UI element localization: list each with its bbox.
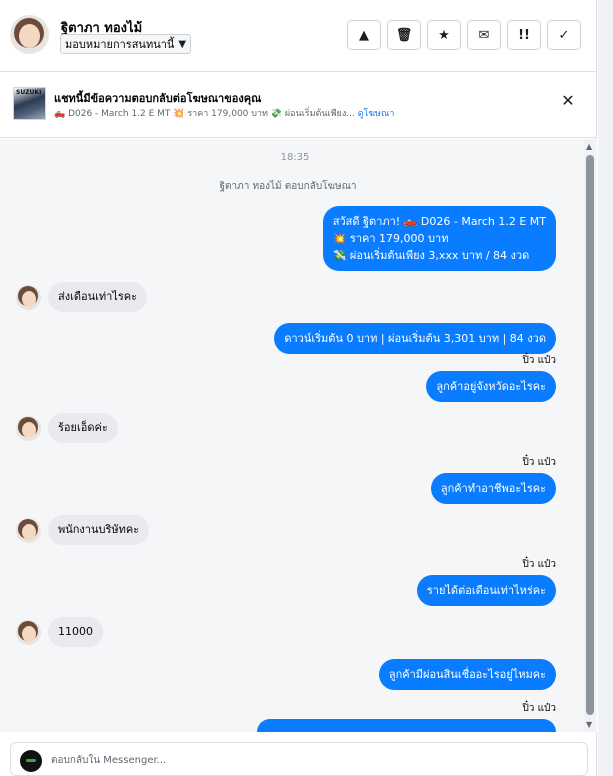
contact-avatar-small xyxy=(16,620,41,645)
ad-thumbnail[interactable]: SUZUKI xyxy=(13,87,46,120)
star-icon: ★ xyxy=(438,27,450,43)
sender-name: ปิ๋ว แป๋ว xyxy=(522,559,556,570)
outgoing-message[interactable]: สวัสดี ฐิตาภา! 🛻 D026 - March 1.2 E MT 💥… xyxy=(322,206,556,271)
reply-input[interactable] xyxy=(51,751,571,769)
ad-reply-note: ฐิตาภา ทองไม้ ตอบกลับโฆษณา xyxy=(219,181,357,192)
sender-name: ปิ๋ว แป๋ว xyxy=(522,703,556,714)
alert-icon: !! xyxy=(518,27,530,43)
incoming-message[interactable]: ส่งเดือนเท่าไรคะ xyxy=(48,282,148,312)
page-avatar xyxy=(20,750,42,772)
outgoing-message[interactable]: ลูกค้ามีผ่อนสินเชื่ออะไรอยู่ไหมคะ xyxy=(378,659,556,690)
assign-label: มอบหมายการสนทนานี้ xyxy=(65,38,175,51)
scroll-down-icon[interactable]: ▼ xyxy=(586,720,592,729)
delete-button[interactable]: 🗑 xyxy=(387,20,421,50)
mail-icon: ✉ xyxy=(478,27,490,43)
message-timestamp: 18:35 xyxy=(280,152,310,163)
outgoing-message[interactable]: ดาวน์เริ่มต้น 0 บาท | ผ่อนเริ่มต้น 3,301… xyxy=(274,323,556,354)
follow-up-button[interactable]: !! xyxy=(507,20,541,50)
message-line: 💥 ราคา 179,000 บาท xyxy=(332,232,449,245)
reply-composer xyxy=(10,742,588,776)
incoming-message[interactable]: 11000 xyxy=(48,617,103,647)
mark-unread-button[interactable]: ✉ xyxy=(467,20,501,50)
ad-summary: 🛻 D026 - March 1.2 E MT 💥 ราคา 179,000 บ… xyxy=(54,109,355,119)
conversation-header: ฐิตาภา ทองไม้ มอบหมายการสนทนานี้ ▼ ▲ 🗑 ★… xyxy=(0,0,597,72)
contact-avatar-small xyxy=(16,518,41,543)
sender-name: ปิ๋ว แป๋ว xyxy=(522,457,556,468)
page-scrollbar[interactable] xyxy=(598,0,613,776)
outgoing-message[interactable]: ลูกค้าทำอาชีพอะไรคะ xyxy=(430,473,556,504)
ad-thumbnail-tag: SUZUKI xyxy=(16,89,42,96)
check-icon: ✓ xyxy=(558,27,570,43)
conversation-panel: ฐิตาภา ทองไม้ มอบหมายการสนทนานี้ ▼ ▲ 🗑 ★… xyxy=(0,0,597,776)
trash-icon: 🗑 xyxy=(395,27,413,43)
contact-avatar[interactable] xyxy=(10,15,49,54)
outgoing-message-partial[interactable] xyxy=(257,719,556,732)
thread-scrollbar-thumb[interactable] xyxy=(586,155,594,715)
assign-conversation-dropdown[interactable]: มอบหมายการสนทนานี้ ▼ xyxy=(60,34,192,54)
spam-button[interactable]: ▲ xyxy=(347,20,381,50)
warning-icon: ▲ xyxy=(359,27,369,43)
contact-avatar-small xyxy=(16,416,41,441)
mark-done-button[interactable]: ✓ xyxy=(547,20,581,50)
ad-banner-title: แชทนี้มีข้อความตอบกลับต่อโฆษณาของคุณ xyxy=(54,92,262,105)
outgoing-message[interactable]: รายได้ต่อเดือนเท่าไหร่คะ xyxy=(416,575,556,606)
contact-avatar-small xyxy=(16,285,41,310)
incoming-message[interactable]: พนักงานบริษัทคะ xyxy=(48,515,150,545)
scroll-up-icon[interactable]: ▲ xyxy=(586,142,592,151)
incoming-message[interactable]: ร้อยเอ็ดค่ะ xyxy=(48,413,118,443)
view-ad-link[interactable]: ดูโฆษณา xyxy=(358,109,395,119)
ad-banner-subtitle: 🛻 D026 - March 1.2 E MT 💥 ราคา 179,000 บ… xyxy=(54,106,394,120)
message-line: 💸 ผ่อนเริ่มต้นเพียง 3,xxx บาท / 84 งวด xyxy=(332,249,530,262)
star-button[interactable]: ★ xyxy=(427,20,461,50)
close-icon[interactable]: ✕ xyxy=(560,93,576,109)
conversation-actions: ▲ 🗑 ★ ✉ !! ✓ xyxy=(347,20,581,50)
caret-down-icon: ▼ xyxy=(178,38,187,50)
ad-reply-banner: SUZUKI แชทนี้มีข้อความตอบกลับต่อโฆษณาของ… xyxy=(0,72,597,138)
sender-name: ปิ๋ว แป๋ว xyxy=(522,355,556,366)
outgoing-message[interactable]: ลูกค้าอยู่จังหวัดอะไรคะ xyxy=(426,371,556,402)
message-line: สวัสดี ฐิตาภา! 🛻 D026 - March 1.2 E MT xyxy=(332,215,546,228)
